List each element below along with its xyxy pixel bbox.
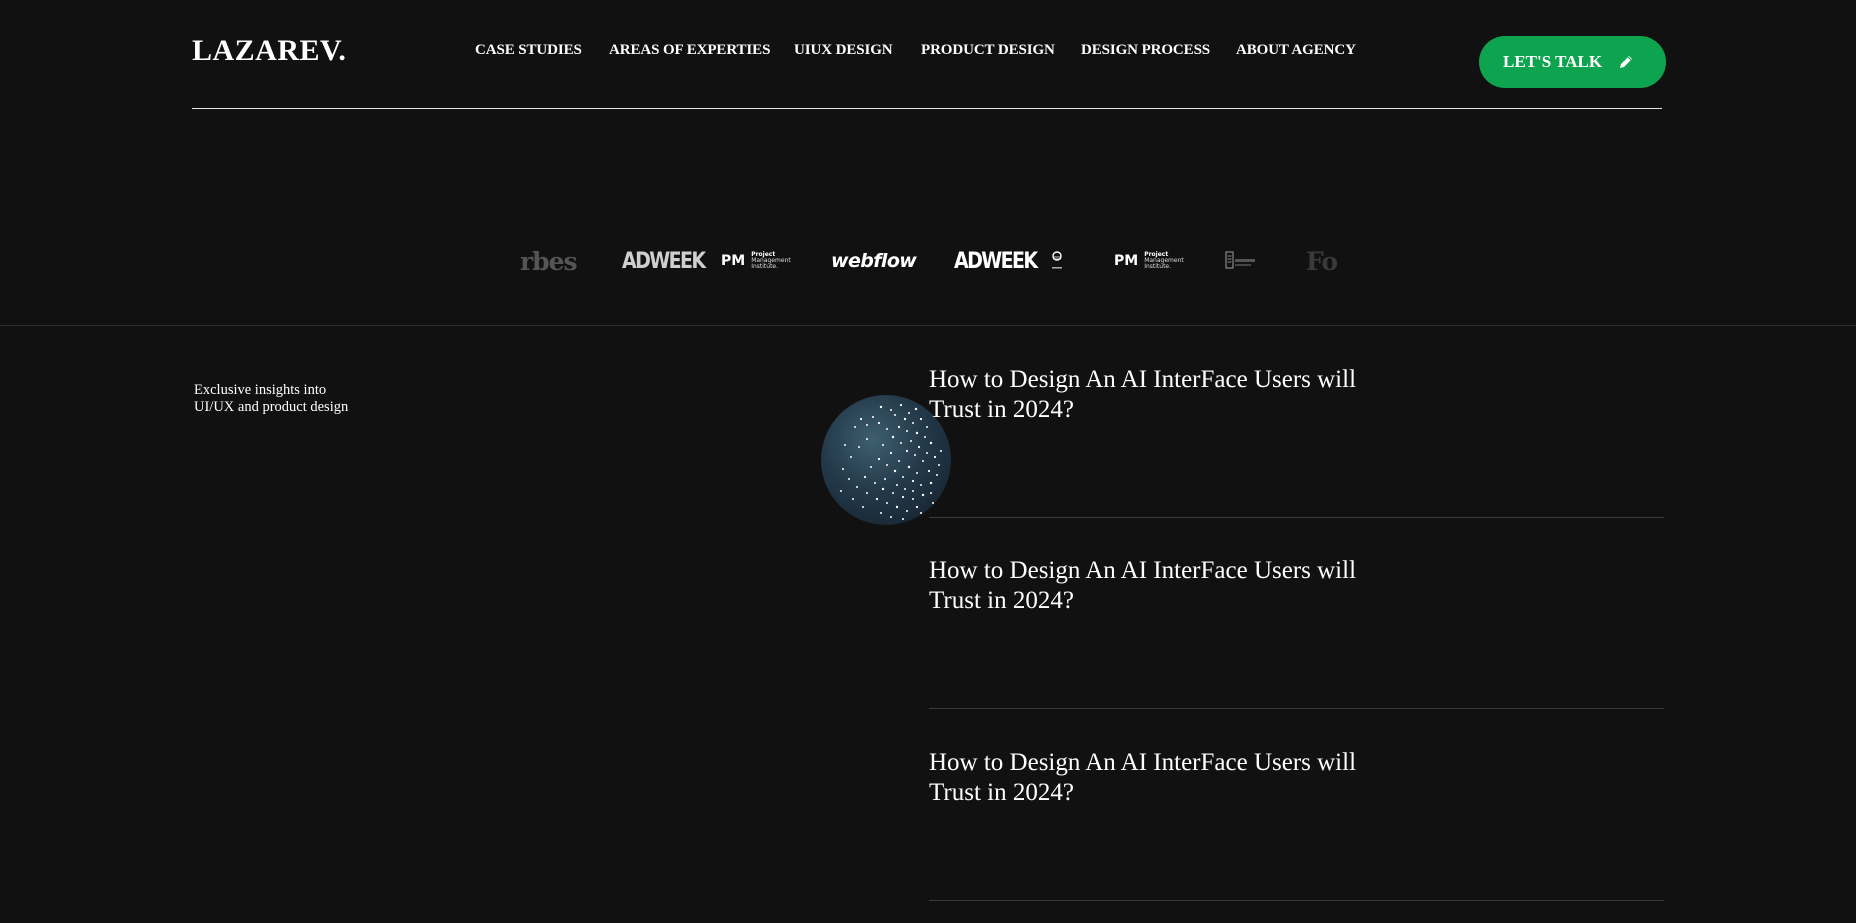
- pmi-text: Project Management Institute.: [751, 251, 791, 270]
- article-divider: [929, 900, 1664, 901]
- small-emblem-logo: [1050, 240, 1064, 282]
- pmi-mark: PM: [721, 252, 746, 269]
- article-title[interactable]: How to Design An AI InterFace Users will…: [929, 365, 1409, 425]
- pencil-icon: [1620, 56, 1632, 68]
- article-divider: [929, 517, 1664, 518]
- pmi-logo: PM Project Management Institute.: [721, 240, 791, 282]
- lets-talk-button[interactable]: LET'S TALK: [1479, 36, 1666, 88]
- forbes-logo-2: Fo: [1306, 246, 1338, 276]
- adweek-logo: ADWEEK: [622, 248, 706, 274]
- nav-design-process[interactable]: DESIGN PROCESS: [1081, 42, 1210, 59]
- webflow-logo: webflow: [831, 250, 917, 272]
- adweek-logo-2: ADWEEK: [954, 248, 1038, 274]
- article-title[interactable]: How to Design An AI InterFace Users will…: [929, 556, 1409, 616]
- article-item[interactable]: How to Design An AI InterFace Users will…: [929, 748, 1664, 901]
- header-divider: [192, 108, 1662, 109]
- article-item[interactable]: How to Design An AI InterFace Users will…: [929, 365, 1664, 518]
- nav-uiux-design[interactable]: UIUX DESIGN: [794, 42, 893, 59]
- press-logos-marquee: rbes ADWEEK PM Project Management Instit…: [520, 240, 1340, 282]
- forbes-logo: rbes: [520, 246, 578, 276]
- awards-badge-logo: [1225, 240, 1257, 282]
- article-title[interactable]: How to Design An AI InterFace Users will…: [929, 748, 1409, 808]
- pmi-logo-2: PM Project Management Institute.: [1114, 240, 1184, 282]
- article-item[interactable]: How to Design An AI InterFace Users will…: [929, 556, 1664, 709]
- pmi-text-2: Project Management Institute.: [1144, 251, 1184, 270]
- brand-logo[interactable]: LAZAREV.: [192, 34, 346, 68]
- lets-talk-label: LET'S TALK: [1503, 52, 1603, 71]
- insights-tagline: Exclusive insights into UI/UX and produc…: [194, 382, 349, 415]
- nav-areas-of-experties[interactable]: AREAS OF EXPERTIES: [609, 42, 770, 59]
- pmi-mark-2: PM: [1114, 252, 1139, 269]
- article-divider: [929, 708, 1664, 709]
- section-divider: [0, 325, 1856, 326]
- nav-product-design[interactable]: PRODUCT DESIGN: [921, 42, 1055, 59]
- nav-about-agency[interactable]: ABOUT AGENCY: [1236, 42, 1356, 59]
- nav-case-studies[interactable]: CASE STUDIES: [475, 42, 582, 59]
